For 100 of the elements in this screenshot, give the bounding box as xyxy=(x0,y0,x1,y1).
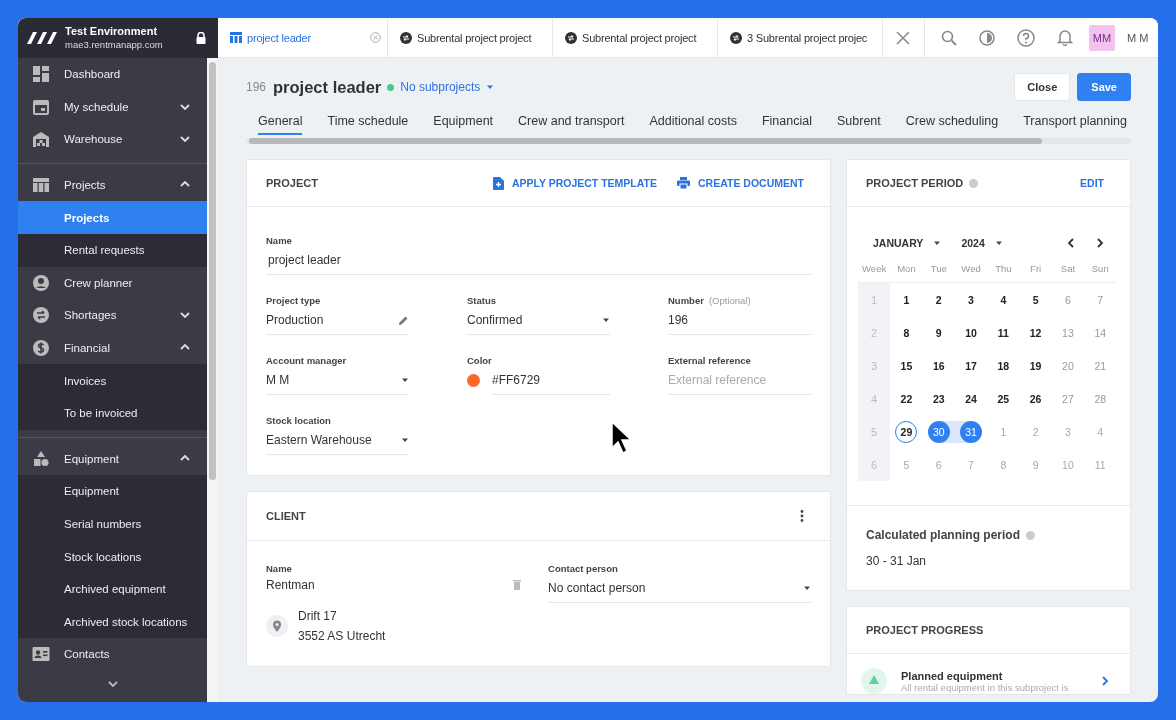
edit-link[interactable]: EDIT xyxy=(1080,177,1104,189)
sidebar-subitem[interactable]: Invoices xyxy=(18,364,207,397)
calendar-day[interactable]: 9 xyxy=(927,321,950,344)
chevron-right-icon[interactable] xyxy=(1094,237,1106,249)
user-avatar[interactable]: MM xyxy=(1089,24,1115,51)
sidebar-subitem[interactable]: Projects xyxy=(18,201,207,234)
close-button[interactable]: Close xyxy=(1014,73,1071,101)
card-title: PROJECT PERIOD xyxy=(866,177,964,189)
help-icon[interactable] xyxy=(1017,28,1035,47)
lock-icon xyxy=(196,31,206,44)
dropdown-field[interactable]: Eastern Warehouse xyxy=(266,426,409,455)
calendar-day[interactable]: 4 xyxy=(992,288,1015,311)
field-label: External reference xyxy=(668,355,751,366)
section-tab[interactable]: General xyxy=(258,114,303,135)
project-tab[interactable]: Subrental project project xyxy=(553,18,718,58)
section-tab[interactable]: Crew and transport xyxy=(518,114,625,135)
calendar-day[interactable]: 25 xyxy=(992,387,1015,410)
sidebar-item[interactable]: Shortages xyxy=(18,299,207,332)
field-label: Project type xyxy=(266,295,321,306)
calendar-day[interactable]: 5 xyxy=(1024,288,1047,311)
section-tab[interactable]: Additional costs xyxy=(649,114,737,135)
sidebar-item[interactable]: Crew planner xyxy=(18,266,207,300)
sidebar-subitem[interactable]: Archived equipment xyxy=(18,572,207,606)
calendar-day[interactable]: 24 xyxy=(960,387,983,410)
section-tab[interactable]: Equipment xyxy=(433,114,494,135)
calendar-day[interactable]: 17 xyxy=(960,354,983,377)
calendar-day[interactable]: 10 xyxy=(960,321,983,344)
sidebar-item[interactable]: Warehouse xyxy=(18,123,207,156)
scrollbar[interactable] xyxy=(207,58,218,702)
save-button[interactable]: Save xyxy=(1077,73,1131,101)
weekday-label: Wed xyxy=(954,263,988,283)
sidebar-subitem[interactable]: Stock locations xyxy=(18,540,207,573)
card-title: PROJECT xyxy=(266,177,318,189)
calendar-day[interactable]: 2 xyxy=(927,288,950,311)
bell-icon[interactable] xyxy=(1057,29,1073,46)
project-tab[interactable]: project leader xyxy=(218,18,388,58)
section-tab[interactable]: Financial xyxy=(761,114,812,135)
week-number: 1 xyxy=(858,283,891,316)
section-tab[interactable]: Time schedule xyxy=(327,114,409,135)
sidebar-item[interactable]: My schedule xyxy=(18,90,207,124)
section-tab[interactable]: Subrent xyxy=(837,114,881,135)
client-name: Rentman xyxy=(266,578,315,592)
sidebar-item[interactable]: Projects xyxy=(18,168,207,202)
search-icon[interactable] xyxy=(941,29,957,46)
calendar-day[interactable]: 19 xyxy=(1024,354,1047,377)
weekday-label: Fri xyxy=(1019,263,1052,283)
calendar-day[interactable]: 30 xyxy=(927,420,950,443)
address-line: Drift 17 xyxy=(298,608,338,625)
sidebar-subitem[interactable]: Serial numbers xyxy=(18,507,207,541)
user-name[interactable]: M M xyxy=(1127,31,1149,44)
swap-circle-icon xyxy=(400,31,412,44)
sidebar-subitem[interactable]: Equipment xyxy=(18,475,207,508)
calendar-day[interactable]: 15 xyxy=(895,354,918,377)
section-tab[interactable]: Transport planning xyxy=(1023,114,1127,135)
calendar-day[interactable]: 18 xyxy=(992,354,1015,377)
pencil-icon[interactable] xyxy=(398,314,409,326)
dropdown-field[interactable]: M M xyxy=(266,366,409,395)
sidebar-item[interactable]: Financial xyxy=(18,331,207,365)
dropdown-field[interactable]: No contact person xyxy=(548,574,811,603)
apply-template-button[interactable]: APPLY PROJECT TEMPLATE xyxy=(492,176,657,190)
field-label: Number xyxy=(668,295,704,306)
contrast-icon[interactable] xyxy=(979,29,995,46)
calendar-day[interactable]: 23 xyxy=(927,387,950,410)
calendar-day[interactable]: 16 xyxy=(927,354,950,377)
calendar-day[interactable]: 3 xyxy=(960,288,983,311)
sidebar-subitem[interactable]: Rental requests xyxy=(18,233,207,267)
table-icon xyxy=(230,32,242,43)
sidebar-item[interactable]: Contacts xyxy=(18,638,207,671)
calendar-day[interactable]: 31 xyxy=(960,420,983,443)
sidebar-subitem[interactable]: Archived stock locations xyxy=(18,605,207,639)
section-tab[interactable]: Crew scheduling xyxy=(905,114,999,135)
calendar-day[interactable]: 8 xyxy=(895,321,918,344)
sidebar-subitem[interactable]: To be invoiced xyxy=(18,396,207,430)
calendar-day[interactable]: 1 xyxy=(895,288,918,311)
calendar-day[interactable]: 12 xyxy=(1024,321,1047,344)
month-dropdown[interactable]: JANUARY xyxy=(873,237,942,249)
calendar-day[interactable]: 22 xyxy=(895,387,918,410)
calendar-day[interactable]: 11 xyxy=(992,321,1015,344)
input-field[interactable]: project leader xyxy=(266,246,811,275)
close-icon[interactable] xyxy=(370,32,381,43)
sidebar-item[interactable]: Dashboard xyxy=(18,58,207,91)
field-label: Status xyxy=(467,295,497,306)
subprojects-dropdown[interactable]: No subprojects xyxy=(400,80,495,94)
input-field[interactable]: 196 xyxy=(668,306,811,335)
input-field[interactable]: #FF6729 xyxy=(492,366,610,395)
create-document-button[interactable]: CREATE DOCUMENT xyxy=(677,177,804,189)
project-tab[interactable]: 3 Subrental project projec xyxy=(718,18,883,58)
printer-icon xyxy=(677,177,690,189)
project-number: 196 xyxy=(246,80,267,94)
dropdown-field[interactable]: Confirmed xyxy=(467,306,610,335)
close-icon[interactable] xyxy=(896,30,910,45)
more-icon[interactable] xyxy=(800,510,804,522)
scrollbar[interactable] xyxy=(246,138,1131,144)
year-dropdown[interactable]: 2024 xyxy=(961,237,1003,249)
project-tab[interactable]: Subrental project project xyxy=(388,18,553,58)
sidebar-item[interactable]: Equipment xyxy=(18,442,207,476)
calendar-day[interactable]: 26 xyxy=(1024,387,1047,410)
caret-icon xyxy=(602,317,610,323)
color-swatch[interactable] xyxy=(467,374,480,387)
input-field[interactable]: Production xyxy=(266,306,409,335)
